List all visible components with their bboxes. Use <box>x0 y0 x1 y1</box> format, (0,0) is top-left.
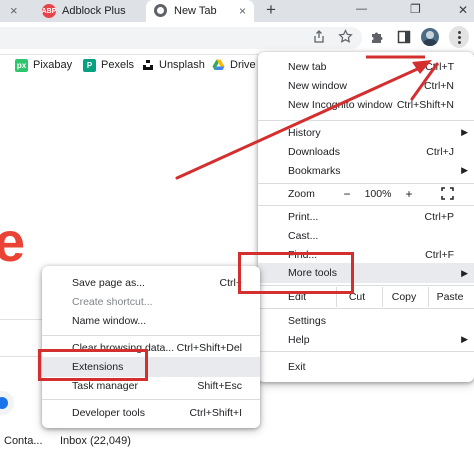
annotation-arrow <box>175 55 439 180</box>
